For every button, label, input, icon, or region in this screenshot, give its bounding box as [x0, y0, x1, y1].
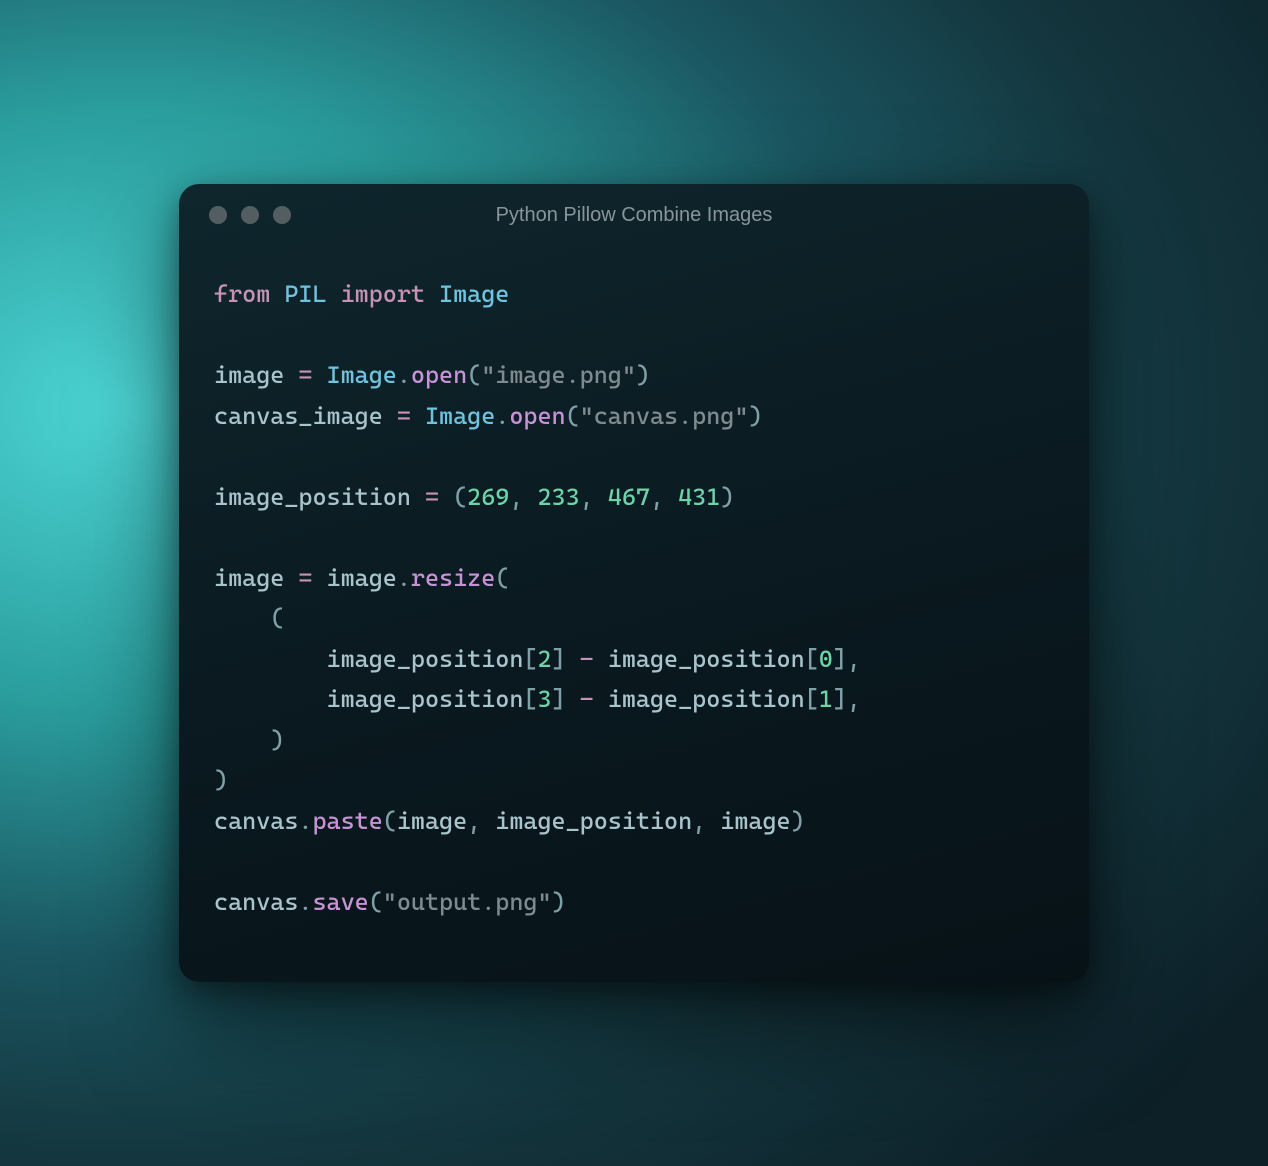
punct-rbracket: ]: [833, 645, 847, 673]
fn-open: open: [509, 402, 565, 430]
punct-dot: .: [495, 402, 509, 430]
var-image: image: [397, 807, 467, 835]
var-image: image: [720, 807, 790, 835]
punct-comma: ,: [467, 807, 495, 835]
op-eq: =: [383, 402, 425, 430]
punct-comma: ,: [650, 483, 678, 511]
number-literal: 2: [537, 645, 551, 673]
punct-rbracket: ]: [552, 645, 566, 673]
fn-open: open: [411, 361, 467, 389]
var-image: image: [214, 564, 284, 592]
punct-rparen: ): [720, 483, 734, 511]
op-eq: =: [411, 483, 453, 511]
titlebar: Python Pillow Combine Images: [179, 184, 1089, 234]
punct-comma: ,: [580, 483, 608, 511]
number-literal: 1: [819, 685, 833, 713]
indent: [214, 604, 270, 632]
var-image-position: image_position: [327, 645, 524, 673]
var-image-position: image_position: [608, 645, 805, 673]
op-eq: =: [284, 361, 326, 389]
number-literal: 467: [608, 483, 650, 511]
var-image-position: image_position: [327, 685, 524, 713]
var-image: image: [327, 564, 397, 592]
op-minus: -: [566, 645, 608, 673]
module-name: PIL: [284, 280, 326, 308]
string-literal: "image.png": [481, 361, 636, 389]
punct-rparen: ): [636, 361, 650, 389]
fn-paste: paste: [312, 807, 382, 835]
punct-rparen: ): [791, 807, 805, 835]
code-window: Python Pillow Combine Images from PIL im…: [179, 184, 1089, 982]
punct-lparen: (: [383, 807, 397, 835]
window-controls: [209, 206, 291, 224]
number-literal: 3: [537, 685, 551, 713]
number-literal: 233: [537, 483, 579, 511]
string-literal: "output.png": [383, 888, 552, 916]
punct-dot: .: [298, 888, 312, 916]
punct-lparen: (: [369, 888, 383, 916]
class-image: Image: [439, 280, 509, 308]
minimize-icon[interactable]: [241, 206, 259, 224]
number-literal: 269: [467, 483, 509, 511]
keyword-import: import: [341, 280, 425, 308]
punct-lparen: (: [495, 564, 509, 592]
punct-comma: ,: [692, 807, 720, 835]
class-image: Image: [327, 361, 397, 389]
maximize-icon[interactable]: [273, 206, 291, 224]
var-canvas: canvas: [214, 807, 298, 835]
var-image-position: image_position: [495, 807, 692, 835]
punct-lbracket: [: [523, 685, 537, 713]
punct-dot: .: [397, 361, 411, 389]
op-minus: -: [566, 685, 608, 713]
punct-dot: .: [298, 807, 312, 835]
var-canvas: canvas: [214, 888, 298, 916]
window-title: Python Pillow Combine Images: [179, 204, 1089, 227]
punct-comma: ,: [847, 645, 861, 673]
punct-lparen: (: [453, 483, 467, 511]
punct-lparen: (: [270, 604, 284, 632]
punct-comma: ,: [509, 483, 537, 511]
number-literal: 0: [819, 645, 833, 673]
indent: [214, 685, 327, 713]
fn-resize: resize: [411, 564, 495, 592]
punct-rparen: ): [748, 402, 762, 430]
var-canvas-image: canvas_image: [214, 402, 383, 430]
code-editor[interactable]: from PIL import Image image = Image.open…: [179, 234, 1089, 932]
punct-rparen: ): [270, 726, 284, 754]
fn-save: save: [312, 888, 368, 916]
punct-rparen: ): [214, 766, 228, 794]
var-image-position: image_position: [608, 685, 805, 713]
punct-lparen: (: [467, 361, 481, 389]
punct-lbracket: [: [523, 645, 537, 673]
punct-rbracket: ]: [552, 685, 566, 713]
punct-comma: ,: [847, 685, 861, 713]
punct-lbracket: [: [805, 685, 819, 713]
punct-lparen: (: [566, 402, 580, 430]
close-icon[interactable]: [209, 206, 227, 224]
number-literal: 431: [678, 483, 720, 511]
string-literal: "canvas.png": [580, 402, 749, 430]
indent: [214, 726, 270, 754]
var-image-position: image_position: [214, 483, 411, 511]
keyword-from: from: [214, 280, 270, 308]
punct-rparen: ): [552, 888, 566, 916]
punct-rbracket: ]: [833, 685, 847, 713]
punct-lbracket: [: [805, 645, 819, 673]
indent: [214, 645, 327, 673]
var-image: image: [214, 361, 284, 389]
punct-dot: .: [397, 564, 411, 592]
class-image: Image: [425, 402, 495, 430]
op-eq: =: [284, 564, 326, 592]
